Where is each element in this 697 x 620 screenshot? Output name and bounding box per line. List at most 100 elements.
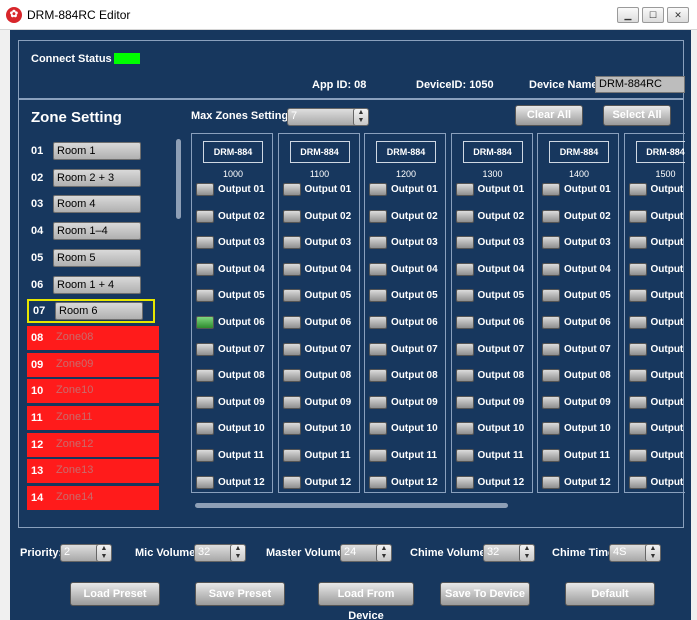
- maximize-icon[interactable]: ☐: [642, 7, 664, 23]
- output-toggle[interactable]: [369, 369, 387, 383]
- output-toggle[interactable]: [455, 449, 474, 462]
- zone-item[interactable]: 06 Room 1 + 4: [27, 273, 159, 297]
- output-toggle[interactable]: [542, 209, 560, 223]
- master-volume-spinbox[interactable]: 24 ▲ ▼: [340, 544, 392, 562]
- output-row[interactable]: Output 01: [282, 183, 359, 199]
- spin-arrows-icon[interactable]: ▲ ▼: [353, 108, 369, 126]
- output-row[interactable]: Output 04: [196, 262, 272, 279]
- zone-name-field[interactable]: Room 1–4: [53, 222, 141, 241]
- zone-name-field[interactable]: Zone09: [53, 356, 141, 374]
- output-toggle[interactable]: [369, 183, 387, 196]
- output-row[interactable]: Output 11: [282, 449, 359, 465]
- spin-arrows-icon[interactable]: ▲ ▼: [519, 544, 535, 562]
- output-toggle[interactable]: [628, 236, 647, 250]
- chime-time-spinbox[interactable]: 4S ▲ ▼: [609, 544, 661, 562]
- output-row[interactable]: Output 12: [628, 475, 685, 492]
- output-toggle[interactable]: [542, 475, 560, 489]
- output-toggle[interactable]: [282, 395, 301, 409]
- zone-name-field[interactable]: Zone10: [53, 382, 141, 400]
- output-toggle[interactable]: [282, 475, 301, 489]
- output-toggle[interactable]: [628, 342, 647, 356]
- output-toggle[interactable]: [282, 342, 301, 356]
- output-row[interactable]: Output 02: [455, 209, 532, 226]
- output-row[interactable]: Output 10: [455, 422, 532, 438]
- close-icon[interactable]: ✕: [667, 7, 689, 23]
- output-row[interactable]: Output 02: [628, 209, 685, 226]
- zone-item[interactable]: 10 Zone10: [27, 379, 159, 404]
- output-row[interactable]: Output 12: [196, 475, 272, 492]
- zone-name-field[interactable]: Zone12: [53, 436, 141, 454]
- output-toggle[interactable]: [196, 316, 214, 329]
- zone-name-field[interactable]: Room 1 + 4: [53, 275, 141, 294]
- output-toggle[interactable]: [628, 316, 647, 329]
- max-zones-spinbox[interactable]: 7 ▲ ▼: [287, 108, 369, 126]
- zone-name-field[interactable]: Room 2 + 3: [53, 168, 141, 187]
- output-toggle[interactable]: [455, 422, 474, 436]
- zone-name-field[interactable]: Room 6: [55, 302, 143, 321]
- zone-name-field[interactable]: Zone13: [53, 462, 141, 480]
- output-toggle[interactable]: [369, 475, 387, 489]
- output-toggle[interactable]: [455, 262, 474, 276]
- output-toggle[interactable]: [282, 449, 301, 462]
- output-toggle[interactable]: [196, 209, 214, 223]
- output-toggle[interactable]: [628, 422, 647, 436]
- output-row[interactable]: Output 01: [628, 183, 685, 199]
- spin-arrows-icon[interactable]: ▲ ▼: [96, 544, 112, 562]
- output-toggle[interactable]: [542, 369, 560, 383]
- output-toggle[interactable]: [455, 316, 474, 329]
- output-toggle[interactable]: [542, 316, 560, 329]
- output-row[interactable]: Output 01: [542, 183, 618, 199]
- output-toggle[interactable]: [628, 395, 647, 409]
- output-row[interactable]: Output 07: [369, 342, 445, 359]
- output-toggle[interactable]: [628, 262, 647, 276]
- output-toggle[interactable]: [369, 209, 387, 223]
- output-row[interactable]: Output 12: [542, 475, 618, 492]
- output-row[interactable]: Output 03: [542, 236, 618, 252]
- output-toggle[interactable]: [196, 236, 214, 250]
- output-toggle[interactable]: [282, 262, 301, 276]
- output-toggle[interactable]: [542, 236, 560, 250]
- output-row[interactable]: Output 08: [542, 369, 618, 385]
- zone-name-field[interactable]: Zone08: [53, 329, 141, 347]
- select-all-button[interactable]: Select All: [603, 105, 671, 126]
- output-row[interactable]: Output 08: [196, 369, 272, 385]
- output-toggle[interactable]: [282, 183, 301, 196]
- output-toggle[interactable]: [369, 422, 387, 436]
- output-row[interactable]: Output 10: [542, 422, 618, 438]
- output-row[interactable]: Output 08: [455, 369, 532, 385]
- output-toggle[interactable]: [282, 369, 301, 383]
- output-row[interactable]: Output 12: [455, 475, 532, 492]
- zone-item[interactable]: 02 Room 2 + 3: [27, 166, 159, 190]
- output-toggle[interactable]: [282, 236, 301, 250]
- output-toggle[interactable]: [369, 262, 387, 276]
- output-row[interactable]: Output 04: [455, 262, 532, 279]
- load-from-device-button[interactable]: Load From Device: [318, 582, 414, 620]
- device-name-field[interactable]: DRM-884RC: [595, 76, 685, 93]
- output-toggle[interactable]: [542, 422, 560, 436]
- zone-item[interactable]: 14 Zone14: [27, 486, 159, 511]
- output-toggle[interactable]: [628, 209, 647, 223]
- output-toggle[interactable]: [628, 449, 647, 462]
- output-toggle[interactable]: [196, 475, 214, 489]
- output-row[interactable]: Output 06: [369, 316, 445, 332]
- output-toggle[interactable]: [542, 342, 560, 356]
- output-row[interactable]: Output 04: [542, 262, 618, 279]
- zone-item[interactable]: 08 Zone08: [27, 325, 159, 350]
- output-row[interactable]: Output 05: [196, 289, 272, 305]
- output-row[interactable]: Output 04: [369, 262, 445, 279]
- output-toggle[interactable]: [455, 209, 474, 223]
- output-toggle[interactable]: [196, 369, 214, 383]
- output-row[interactable]: Output 03: [282, 236, 359, 252]
- output-toggle[interactable]: [455, 395, 474, 409]
- output-row[interactable]: Output 05: [628, 289, 685, 305]
- output-toggle[interactable]: [628, 289, 647, 303]
- output-toggle[interactable]: [282, 422, 301, 436]
- output-row[interactable]: Output 06: [628, 316, 685, 332]
- output-row[interactable]: Output 09: [282, 395, 359, 412]
- zone-item[interactable]: 11 Zone11: [27, 406, 159, 430]
- output-row[interactable]: Output 02: [196, 209, 272, 226]
- clear-all-button[interactable]: Clear All: [515, 105, 583, 126]
- output-toggle[interactable]: [196, 449, 214, 462]
- zone-list-scrollbar[interactable]: [176, 139, 181, 219]
- output-row[interactable]: Output 03: [455, 236, 532, 252]
